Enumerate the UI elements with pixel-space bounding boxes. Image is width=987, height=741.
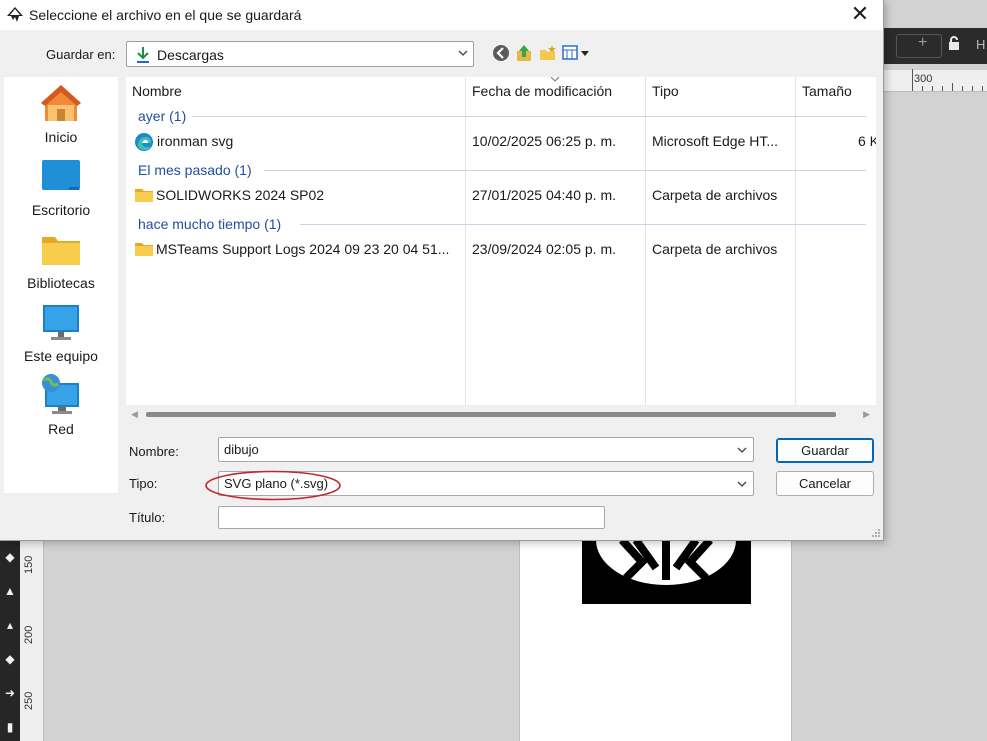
scrollbar-thumb[interactable] (146, 412, 836, 417)
home-icon (41, 85, 81, 121)
file-list: Nombre Fecha de modificación Tipo Tamaño… (126, 77, 876, 405)
name-label: Nombre: (129, 444, 179, 459)
file-name-value: dibujo (224, 442, 259, 457)
scroll-left-icon[interactable]: ◀ (131, 409, 138, 420)
libraries-icon (42, 237, 80, 265)
inkscape-toolbar: + H (884, 28, 987, 64)
height-label: H (976, 37, 986, 52)
vertical-ruler: 150 200 250 (20, 540, 44, 741)
place-label: Inicio (44, 129, 78, 145)
file-type: Microsoft Edge HT... (652, 133, 779, 149)
save-file-dialog: Seleccione el archivo en el que se guard… (0, 0, 884, 541)
column-header-size[interactable]: Tamaño (796, 77, 876, 105)
file-row[interactable]: ironman svg 10/02/2025 06:25 p. m. Micro… (126, 129, 876, 155)
title-input[interactable] (218, 506, 605, 529)
place-label: Red (48, 421, 74, 437)
measure-tool-icon[interactable]: ▮ (0, 710, 20, 741)
place-label: Este equipo (24, 348, 98, 364)
chevron-down-icon[interactable] (737, 445, 747, 455)
new-folder-icon[interactable] (539, 44, 557, 62)
type-label: Tipo: (129, 476, 158, 491)
file-date: 10/02/2025 06:25 p. m. (472, 133, 616, 149)
dialog-title: Seleccione el archivo en el que se guard… (29, 7, 302, 23)
chevron-down-icon (458, 50, 468, 56)
connector-tool-icon[interactable]: ➜ (0, 676, 20, 710)
file-type-dropdown[interactable]: SVG plano (*.svg) (218, 471, 754, 496)
place-desktop[interactable]: Escritorio (4, 154, 118, 218)
resize-grip-icon[interactable] (871, 528, 881, 538)
plus-icon[interactable]: + (918, 34, 927, 52)
file-name: ironman svg (157, 133, 234, 149)
bucket-tool-icon[interactable]: ◆ (0, 540, 20, 574)
ruler-label: 250 (23, 691, 35, 710)
place-this-pc[interactable]: Este equipo (4, 300, 118, 364)
network-icon (42, 374, 79, 414)
view-menu-icon[interactable] (562, 44, 592, 62)
up-folder-icon[interactable] (515, 44, 533, 62)
inkscape-icon (7, 7, 23, 22)
file-name-combo[interactable]: dibujo (218, 437, 754, 462)
sort-indicator-icon (550, 77, 560, 82)
file-name: SOLIDWORKS 2024 SP02 (156, 187, 325, 203)
dropper-tool-icon[interactable]: ▴ (0, 608, 20, 642)
title-label: Título: (129, 510, 166, 525)
canvas-page[interactable] (519, 540, 792, 741)
file-type: Carpeta de archivos (652, 187, 778, 203)
download-icon (137, 47, 149, 63)
place-home[interactable]: Inicio (4, 81, 118, 145)
place-label: Bibliotecas (27, 275, 95, 291)
close-button[interactable]: ✕ (837, 0, 883, 30)
desktop-icon (42, 160, 80, 190)
place-label: Escritorio (31, 202, 91, 218)
tool-palette: ◆ ▲ ▴ ◆ ➜ ▮ (0, 540, 20, 741)
file-date: 27/01/2025 04:40 p. m. (472, 187, 616, 203)
file-row[interactable]: MSTeams Support Logs 2024 09 23 20 04 51… (126, 237, 876, 263)
places-sidebar: Inicio Escritorio Bibliotecas Este equip… (4, 77, 118, 493)
group-header[interactable]: El mes pasado (1) (138, 162, 252, 178)
file-row[interactable]: SOLIDWORKS 2024 SP02 27/01/2025 04:40 p.… (126, 183, 876, 209)
column-header-name[interactable]: Nombre (126, 77, 466, 105)
scroll-right-icon[interactable]: ▶ (863, 409, 870, 420)
file-type: Carpeta de archivos (652, 241, 778, 257)
group-header[interactable]: hace mucho tiempo (1) (138, 216, 281, 232)
chevron-down-icon[interactable] (737, 479, 747, 489)
save-in-dropdown[interactable]: Descargas (126, 41, 474, 67)
file-name: MSTeams Support Logs 2024 09 23 20 04 51… (156, 241, 450, 257)
file-date: 23/09/2024 02:05 p. m. (472, 241, 616, 257)
save-in-value: Descargas (157, 47, 224, 63)
lock-icon[interactable] (948, 36, 960, 53)
folder-icon (135, 189, 153, 202)
spray-tool-icon[interactable]: ▲ (0, 574, 20, 608)
ruler-label: 200 (23, 625, 35, 644)
eraser-tool-icon[interactable]: ◆ (0, 642, 20, 676)
ruler-label: 150 (23, 555, 35, 574)
place-libraries[interactable]: Bibliotecas (4, 227, 118, 291)
edge-icon (135, 133, 153, 151)
save-in-label: Guardar en: (46, 47, 116, 62)
file-type-value: SVG plano (*.svg) (224, 476, 329, 491)
file-size: 6 K (858, 133, 876, 149)
place-network[interactable]: Red (4, 373, 118, 437)
cancel-button[interactable]: Cancelar (776, 471, 874, 496)
horizontal-ruler: 300 (884, 69, 987, 92)
folder-icon (135, 243, 153, 256)
drawing-artwork (582, 540, 751, 604)
computer-icon (43, 305, 79, 340)
dialog-titlebar: Seleccione el archivo en el que se guard… (0, 0, 883, 30)
ruler-label: 300 (914, 73, 933, 85)
horizontal-scrollbar[interactable]: ◀ ▶ (126, 406, 876, 423)
save-button[interactable]: Guardar (776, 438, 874, 463)
column-header-type[interactable]: Tipo (646, 77, 796, 105)
back-icon[interactable] (492, 44, 510, 62)
group-header[interactable]: ayer (1) (138, 108, 186, 124)
